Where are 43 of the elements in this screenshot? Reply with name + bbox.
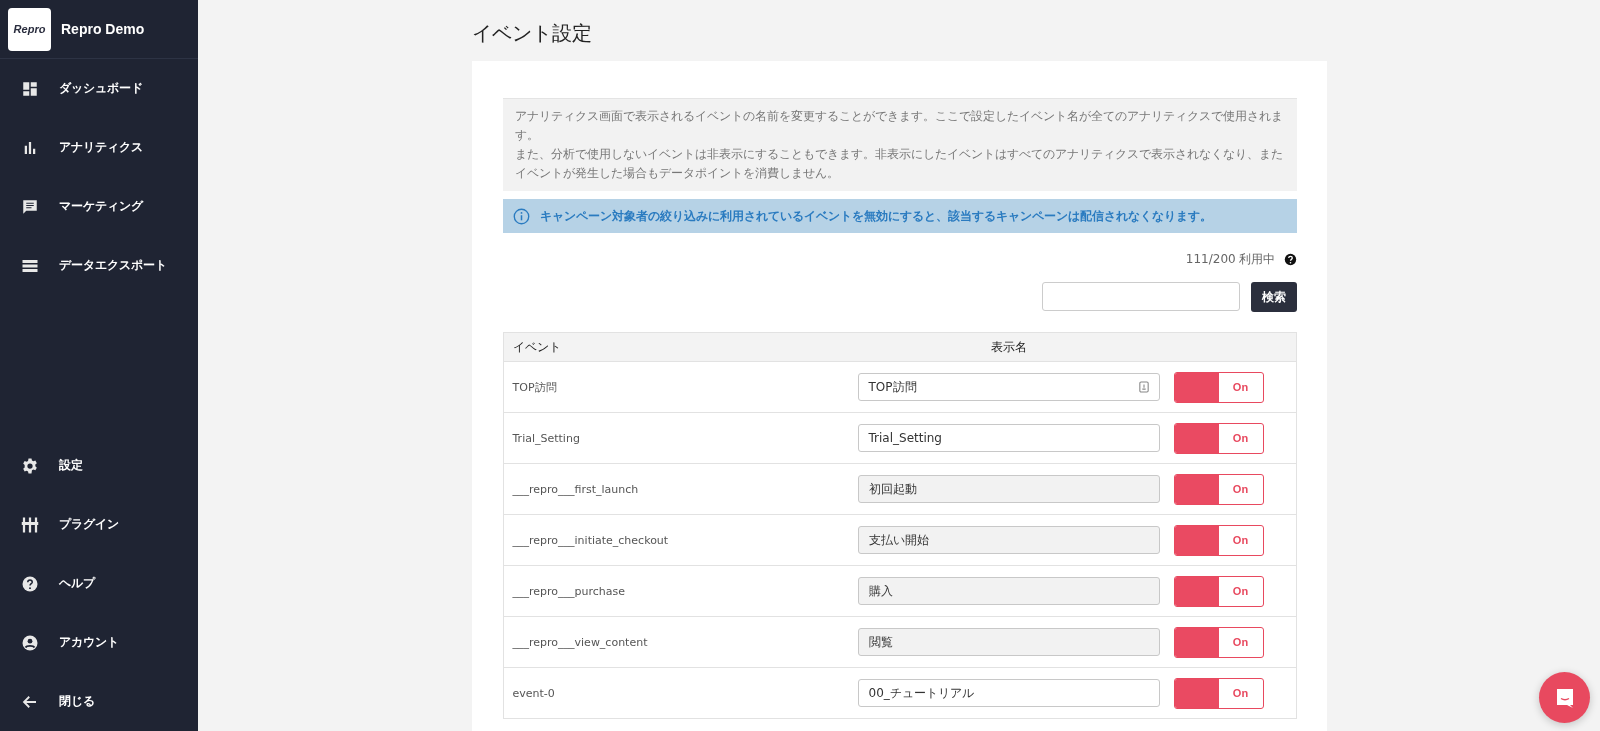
event-name: event-0 (511, 686, 556, 700)
notice-text: キャンペーン対象者の絞り込みに利用されているイベントを無効にすると、該当するキャンペーンは配信されなくなります。 (539, 207, 1212, 225)
sliders-icon (21, 515, 39, 534)
display-name-field[interactable]: TOP訪問 (857, 373, 1160, 401)
event-name: TOP訪問 (511, 379, 558, 395)
account-icon (21, 633, 39, 652)
event-name: ___repro___purchase (511, 584, 627, 598)
autofill-icon (1138, 381, 1149, 393)
event-name: ___repro___view_content (511, 635, 649, 649)
page-title: イベント設定 (471, 20, 593, 47)
event-name: Trial_Setting (511, 431, 581, 445)
display-name-field[interactable]: 00_チュートリアル (857, 679, 1160, 707)
toggle-switch[interactable]: On (1173, 677, 1264, 709)
app-name: Repro Demo (61, 21, 145, 37)
chat-icon (21, 197, 39, 216)
nav-item[interactable]: ヘルプ (0, 554, 198, 613)
event-name: ___repro___first_launch (511, 482, 640, 496)
nav-item[interactable]: アカウント (0, 613, 198, 672)
nav-item[interactable]: 設定 (0, 436, 198, 495)
settings-icon (21, 456, 39, 475)
column-header: イベント (511, 338, 562, 356)
column-header: 表示名 (990, 338, 1027, 356)
chat-button[interactable] (1539, 672, 1590, 723)
dashboard-icon (21, 79, 39, 98)
display-name-field[interactable]: Trial_Setting (857, 424, 1160, 452)
repro-logo: Repro (8, 7, 51, 51)
help-icon (21, 574, 39, 593)
toggle-switch[interactable]: On (1173, 422, 1264, 454)
description-text: アナリティクス画面で表示されるイベントの名前を変更することができます。ここで設定したイベント名が全てのアナリティクスで使用されます。 (514, 108, 1284, 144)
search-button[interactable]: 検索 (1250, 282, 1297, 312)
nav-item[interactable]: マーケティング (0, 177, 198, 236)
nav-item[interactable]: アナリティクス (0, 118, 198, 177)
nav-item[interactable]: データエクスポート (0, 236, 198, 295)
description-text: また、分析で使用しないイベントは非表示にすることもできます。非表示にしたイベントはすべてのアナリティクスで表示されなくなり、またイベントが発生した場合もデータポイントを消費しません。 (514, 146, 1284, 182)
search-field[interactable] (1041, 282, 1240, 311)
nav-item[interactable]: ダッシュボード (0, 59, 198, 118)
nav-item[interactable]: プラグイン (0, 495, 198, 554)
help-icon[interactable] (1283, 253, 1297, 266)
usage-count: 111/200 利用中 (1185, 251, 1276, 268)
toggle-switch[interactable]: On (1173, 371, 1264, 403)
event-name: ___repro___initiate_checkout (511, 533, 670, 547)
info-icon (512, 207, 530, 225)
nav-item[interactable]: 閉じる (0, 672, 198, 731)
